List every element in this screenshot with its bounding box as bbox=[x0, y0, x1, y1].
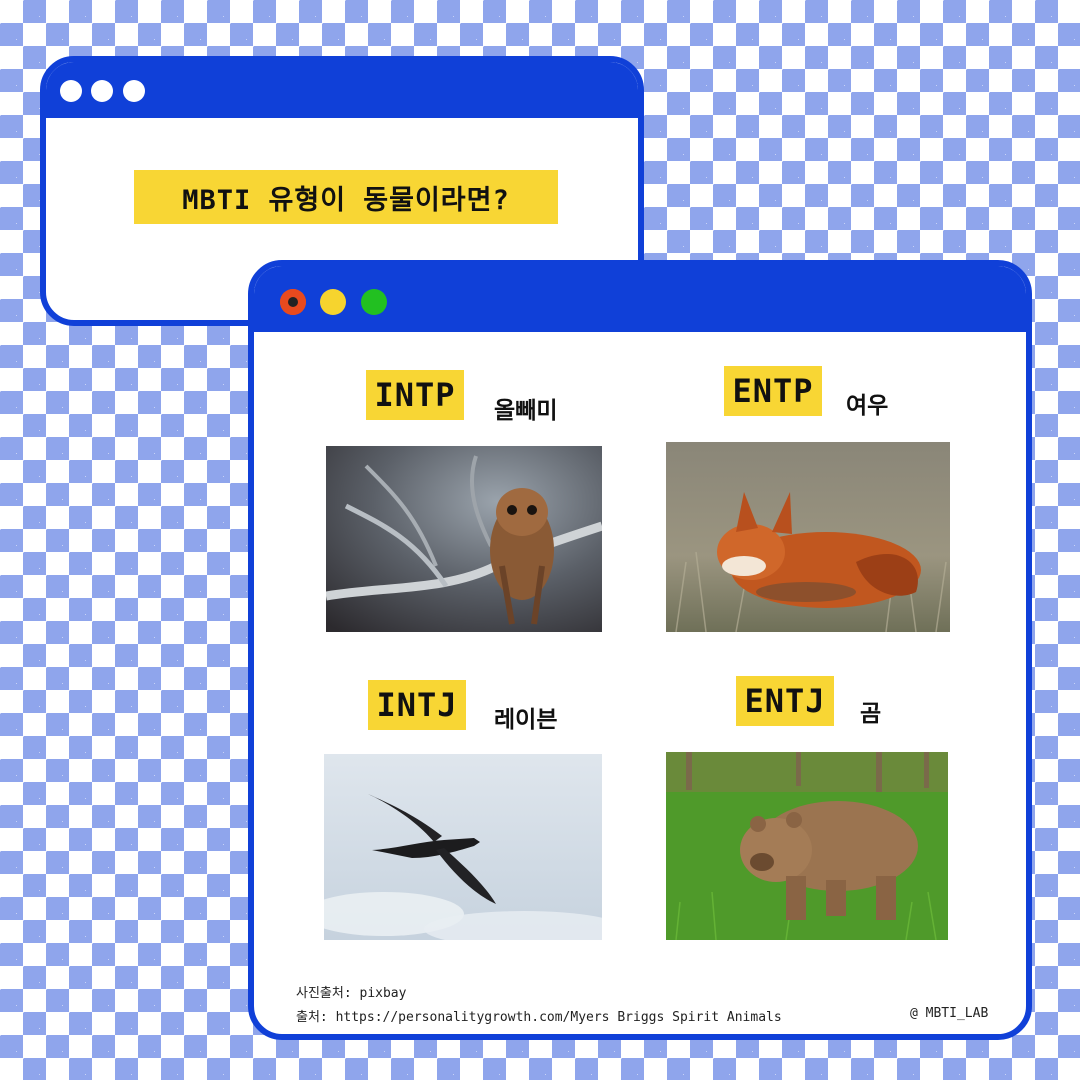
animal-name-fox: 여우 bbox=[846, 393, 889, 419]
account-handle: @ MBTI_LAB bbox=[910, 1006, 989, 1021]
page-title: MBTI 유형이 동물이라면? bbox=[134, 170, 558, 224]
window-dot-icon bbox=[60, 80, 82, 102]
window-dot-icon bbox=[91, 80, 113, 102]
minimize-dot-icon[interactable] bbox=[320, 289, 346, 315]
fox-photo bbox=[666, 442, 950, 632]
animal-name-raven: 레이븐 bbox=[494, 707, 558, 733]
mbti-tag-intj: INTJ bbox=[368, 680, 466, 730]
source-credit: 출처: https://personalitygrowth.com/Myers … bbox=[296, 1010, 782, 1025]
mbti-tag-entj: ENTJ bbox=[736, 676, 834, 726]
mbti-animals-window: INTP 올빼미 ENTP 여우 INTJ 레이븐 ENTJ 곰 사진출처: p… bbox=[248, 260, 1032, 1040]
photo-source-credit: 사진출처: pixbay bbox=[296, 986, 407, 1001]
mbti-tag-intp: INTP bbox=[366, 370, 464, 420]
close-dot-icon[interactable] bbox=[280, 289, 306, 315]
animal-name-owl: 올빼미 bbox=[494, 398, 558, 424]
bear-photo bbox=[666, 752, 948, 940]
animal-name-bear: 곰 bbox=[860, 701, 882, 727]
title-window-titlebar bbox=[46, 62, 638, 118]
main-window-titlebar bbox=[254, 266, 1026, 332]
maximize-dot-icon[interactable] bbox=[361, 289, 387, 315]
window-dot-icon bbox=[123, 80, 145, 102]
owl-photo bbox=[326, 446, 602, 632]
raven-photo bbox=[324, 754, 602, 940]
mbti-tag-entp: ENTP bbox=[724, 366, 822, 416]
